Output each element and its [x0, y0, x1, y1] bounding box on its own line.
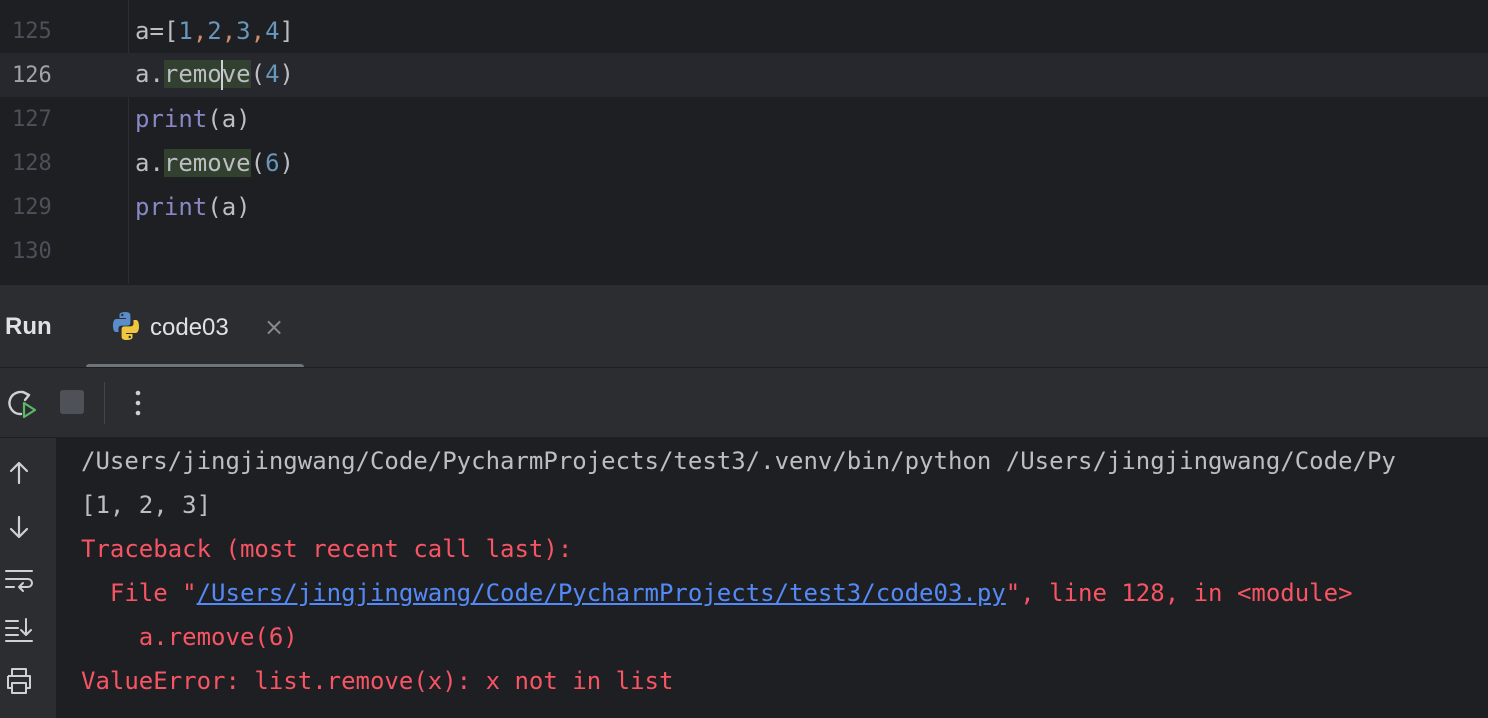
line-number: 130 [12, 238, 52, 264]
more-options-icon[interactable] [126, 384, 150, 422]
scroll-up-icon[interactable] [4, 458, 34, 488]
run-toolbar [0, 368, 1488, 438]
console-output[interactable]: /Users/jingjingwang/Code/PycharmProjects… [58, 438, 1488, 718]
print-icon[interactable] [4, 666, 34, 696]
code-text: print(a) [135, 105, 251, 133]
line-number: 129 [12, 194, 52, 220]
run-tab-code03[interactable]: code03 × [86, 285, 304, 369]
code-line-126[interactable]: 126 a.remove(4) [0, 53, 1488, 97]
file-path-link[interactable]: /Users/jingjingwang/Code/PycharmProjects… [197, 579, 1006, 607]
code-text: a.remove(4) [135, 60, 294, 90]
file-suffix: ", line 128, in <module> [1005, 579, 1353, 607]
line-number: 125 [12, 18, 52, 44]
python-icon [113, 312, 139, 340]
command-line: /Users/jingjingwang/Code/PycharmProjects… [81, 447, 1396, 475]
code-line-128[interactable]: 128 a.remove(6) [0, 141, 1488, 185]
traceback-header: Traceback (most recent call last): [81, 535, 573, 563]
program-output: [1, 2, 3] [81, 491, 212, 519]
rerun-icon[interactable] [4, 386, 38, 420]
console-side-toolbar [0, 438, 57, 718]
code-line-125[interactable]: 125 a=[1,2,3,4] [0, 9, 1488, 53]
code-line-127[interactable]: 127 print(a) [0, 97, 1488, 141]
soft-wrap-icon[interactable] [4, 564, 34, 594]
code-text: a=[1,2,3,4] [135, 17, 294, 45]
run-tool-window-header: Run code03 × [0, 284, 1488, 369]
stop-icon[interactable] [60, 390, 84, 414]
toolbar-separator [104, 382, 105, 424]
traceback-file-line: File "/Users/jingjingwang/Code/PycharmPr… [81, 578, 1353, 608]
traceback-code-line: a.remove(6) [81, 623, 298, 651]
line-number: 128 [12, 150, 52, 176]
code-line-130[interactable]: 130 [0, 229, 1488, 273]
line-number: 126 [12, 62, 52, 88]
text-caret [220, 60, 223, 90]
code-editor[interactable]: 125 a=[1,2,3,4] 126 a.remove(4) 127 prin… [0, 0, 1488, 284]
code-text: a.remove(6) [135, 149, 294, 177]
line-number: 127 [12, 106, 52, 132]
tab-label: code03 [150, 314, 229, 341]
scroll-down-icon[interactable] [4, 512, 34, 542]
code-line-129[interactable]: 129 print(a) [0, 185, 1488, 229]
scroll-to-end-icon[interactable] [4, 614, 34, 644]
run-panel-title: Run [5, 313, 52, 340]
close-icon[interactable]: × [264, 313, 284, 341]
file-prefix: File " [81, 579, 197, 607]
error-message: ValueError: list.remove(x): x not in lis… [81, 667, 674, 695]
code-text: print(a) [135, 193, 251, 221]
